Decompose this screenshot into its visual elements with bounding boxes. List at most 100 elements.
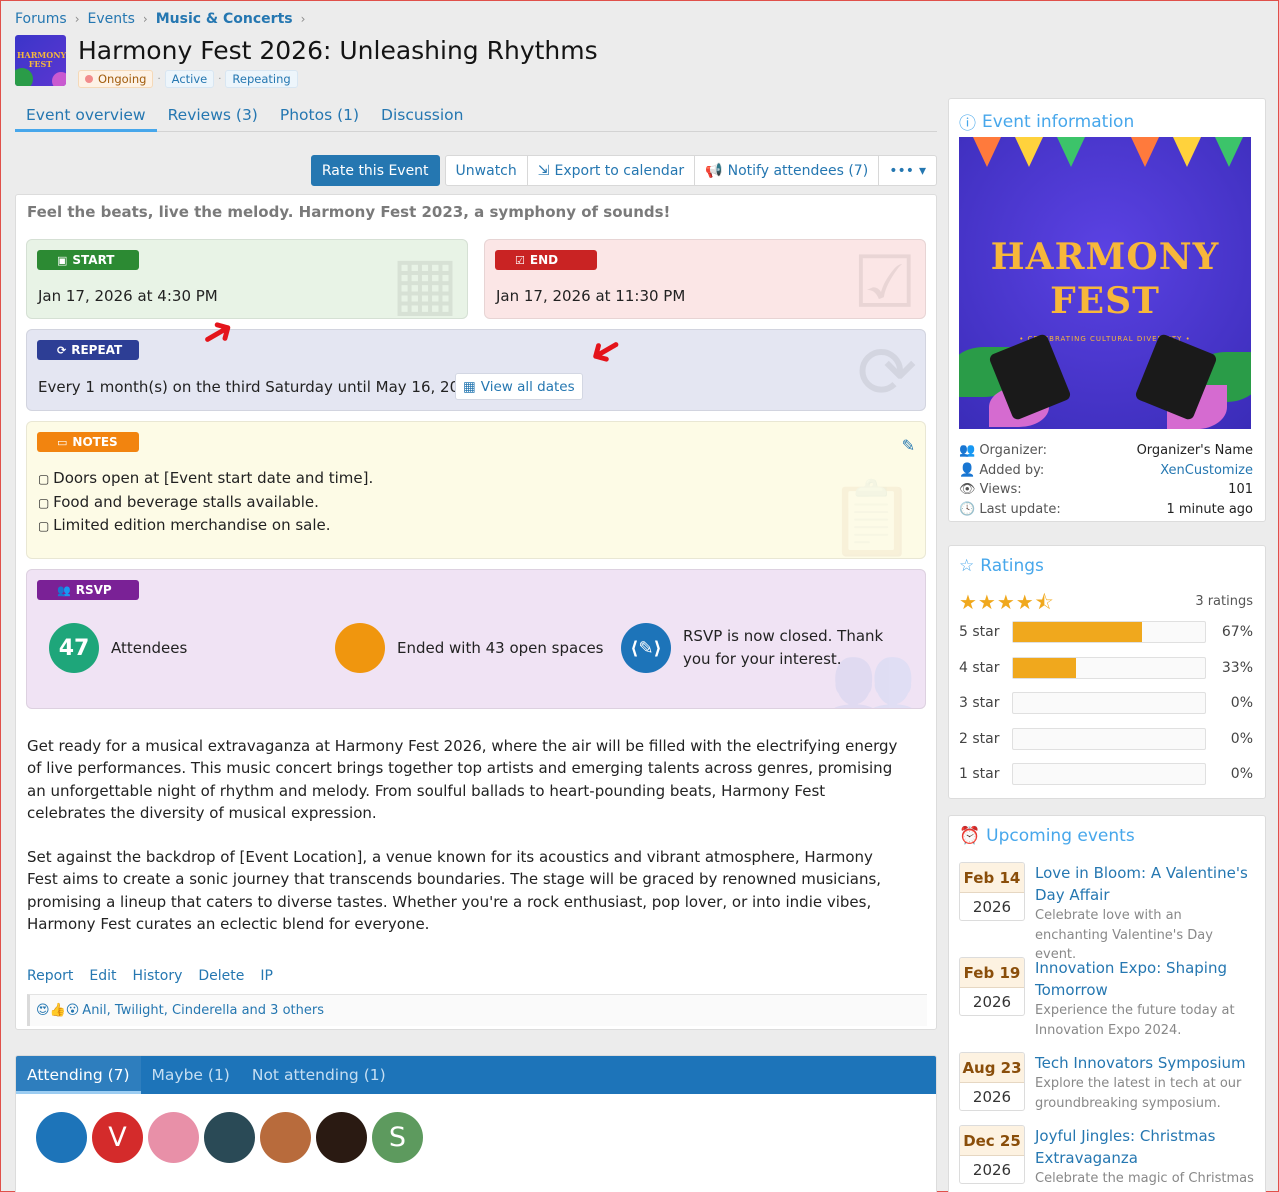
tab-reviews[interactable]: Reviews (3) <box>157 98 269 132</box>
history-link[interactable]: History <box>133 968 183 984</box>
breadcrumb-events[interactable]: Events <box>88 11 135 27</box>
upcoming-event-title-link[interactable]: Innovation Expo: Shaping Tomorrow <box>1035 957 1255 1001</box>
ip-link[interactable]: IP <box>260 968 273 984</box>
upcoming-events-title: Upcoming events <box>986 826 1135 846</box>
avatar[interactable] <box>148 1112 199 1163</box>
start-badge-label: START <box>72 253 115 267</box>
more-label: ••• <box>889 162 914 179</box>
start-badge: ▣ START <box>37 250 139 270</box>
event-information-heading: ⓘ Event information <box>949 99 1265 135</box>
added-by-label: 👤 Added by: <box>959 462 1045 478</box>
breadcrumb-forums[interactable]: Forums <box>15 11 67 27</box>
organizer-value: Organizer's Name <box>1136 443 1253 458</box>
list-item: Limited edition merchandise on sale. <box>38 514 373 538</box>
upcoming-event-title-link[interactable]: Joyful Jingles: Christmas Extravaganza <box>1035 1125 1255 1169</box>
event-year: 2026 <box>972 993 1012 1011</box>
star-rating-icons: ★★★★⯪ <box>959 590 1055 614</box>
tab-maybe[interactable]: Maybe (1) <box>141 1056 241 1094</box>
calendar-icon: ▦ <box>463 378 476 395</box>
export-calendar-button[interactable]: ⇲ Export to calendar <box>526 155 696 186</box>
status-badge-active: Active <box>164 70 215 88</box>
added-by-link[interactable]: XenCustomize <box>1160 461 1253 481</box>
rating-count: 3 ratings <box>1195 594 1253 609</box>
avatar[interactable]: S <box>372 1112 423 1163</box>
event-content: Feel the beats, live the melody. Harmony… <box>15 194 937 1030</box>
end-datetime: Jan 17, 2026 at 11:30 PM <box>496 287 686 305</box>
last-update-value: 1 minute ago <box>1166 501 1253 517</box>
breadcrumb-music-concerts[interactable]: Music & Concerts <box>156 11 293 27</box>
notes-badge: ▭ NOTES <box>37 432 139 452</box>
rate-event-button[interactable]: Rate this Event <box>310 155 440 186</box>
tab-attending[interactable]: Attending (7) <box>16 1056 141 1094</box>
start-panel: ▣ START Jan 17, 2026 at 4:30 PM ▦ <box>26 239 468 319</box>
tab-discussion[interactable]: Discussion <box>370 98 474 132</box>
avatar[interactable] <box>204 1112 255 1163</box>
event-date-box: Feb 19 2026 <box>959 957 1025 1016</box>
ratings-heading: ☆ Ratings <box>949 546 1265 576</box>
rating-bar-fill <box>1013 622 1142 642</box>
event-year: 2026 <box>972 1088 1012 1106</box>
rating-row-percent: 0% <box>1230 695 1253 711</box>
rsvp-attendees: 47 Attendees <box>49 623 187 673</box>
organizer-label: 👥 Organizer: <box>959 443 1048 458</box>
rating-bar-track <box>1012 621 1206 643</box>
event-year: 2026 <box>972 898 1012 916</box>
export-icon: ⇲ <box>537 162 550 179</box>
view-all-dates-button[interactable]: ▦ View all dates <box>455 373 583 400</box>
tab-event-overview[interactable]: Event overview <box>15 98 157 132</box>
rating-row: 5 star 67% <box>959 621 1253 643</box>
rating-row: 3 star 0% <box>959 692 1253 714</box>
unwatch-button[interactable]: Unwatch <box>444 155 528 186</box>
list-item: Feb 14 2026 Love in Bloom: A Valentine's D… <box>959 862 1255 965</box>
megaphone-icon: 📢 <box>705 162 723 179</box>
notify-attendees-button[interactable]: 📢 Notify attendees (7) <box>694 155 880 186</box>
avatar[interactable] <box>36 1112 87 1163</box>
event-information-title: Event information <box>982 111 1135 132</box>
views-value: 101 <box>1228 482 1253 497</box>
avatar[interactable] <box>260 1112 311 1163</box>
rating-bar-track <box>1012 727 1206 750</box>
event-poster[interactable]: HARMONY FEST • CELEBRATING CULTURAL DIVE… <box>959 137 1251 429</box>
tab-not-attending[interactable]: Not attending (1) <box>241 1056 397 1094</box>
spaces-label: Ended with 43 open spaces <box>397 639 604 657</box>
status-labels: Ongoing · Active · Repeating <box>78 70 598 88</box>
ratings-title: Ratings <box>980 556 1044 576</box>
attendee-avatars: VS <box>16 1094 936 1163</box>
reactions-list-link[interactable]: Anil, Twilight, Cinderella and 3 others <box>82 1003 324 1018</box>
status-badge-repeating: Repeating <box>225 70 298 88</box>
event-thumbnail[interactable]: HARMONY FEST <box>15 35 66 86</box>
edit-icon[interactable]: ✎ <box>902 436 915 455</box>
avatar[interactable]: V <box>92 1112 143 1163</box>
rating-row-label: 2 star <box>959 730 1000 747</box>
alarm-clock-icon: ⏰ <box>959 826 981 846</box>
chevron-right-icon: › <box>300 12 306 26</box>
rating-bar-fill <box>1013 657 1077 678</box>
report-link[interactable]: Report <box>27 968 73 984</box>
upcoming-event-description: Celebrate the magic of Christmas <box>1035 1171 1254 1186</box>
attendance-box: Attending (7) Maybe (1) Not attending (1… <box>15 1055 937 1192</box>
user-avatar-icon: ⟨✎⟩ <box>621 623 671 673</box>
tab-photos[interactable]: Photos (1) <box>269 98 370 132</box>
list-item: Feb 19 2026 Innovation Expo: Shaping Tomor… <box>959 957 1255 1040</box>
rating-row-percent: 0% <box>1230 766 1253 782</box>
page-title: Harmony Fest 2026: Unleashing Rhythms <box>78 36 598 65</box>
avatar[interactable] <box>316 1112 367 1163</box>
event-date-box: Feb 14 2026 <box>959 862 1025 921</box>
calendar-check-watermark-icon: ☑ <box>852 240 917 319</box>
rating-bar-track <box>1012 692 1206 714</box>
rating-row-label: 3 star <box>959 695 1000 711</box>
post-actions: Report Edit History Delete IP <box>27 968 273 984</box>
event-description-p1: Get ready for a musical extravaganza at … <box>27 737 898 822</box>
edit-link[interactable]: Edit <box>89 968 116 984</box>
rating-bar-track <box>1012 656 1206 679</box>
more-menu-button[interactable]: ••• ▾ <box>878 155 937 186</box>
repeat-badge: ⟳ REPEAT <box>37 340 139 360</box>
attendees-label: Attendees <box>111 639 188 657</box>
upcoming-event-title-link[interactable]: Love in Bloom: A Valentine's Day Affair <box>1035 862 1255 906</box>
end-badge: ☑ END <box>495 250 597 270</box>
upcoming-event-title-link[interactable]: Tech Innovators Symposium <box>1035 1052 1255 1074</box>
reactions-bar: 😍👍😮 Anil, Twilight, Cinderella and 3 oth… <box>27 994 927 1026</box>
delete-link[interactable]: Delete <box>198 968 244 984</box>
action-bar: Rate this Event Unwatch ⇲ Export to calen… <box>310 155 937 186</box>
end-panel: ☑ END Jan 17, 2026 at 11:30 PM ☑ <box>484 239 926 319</box>
